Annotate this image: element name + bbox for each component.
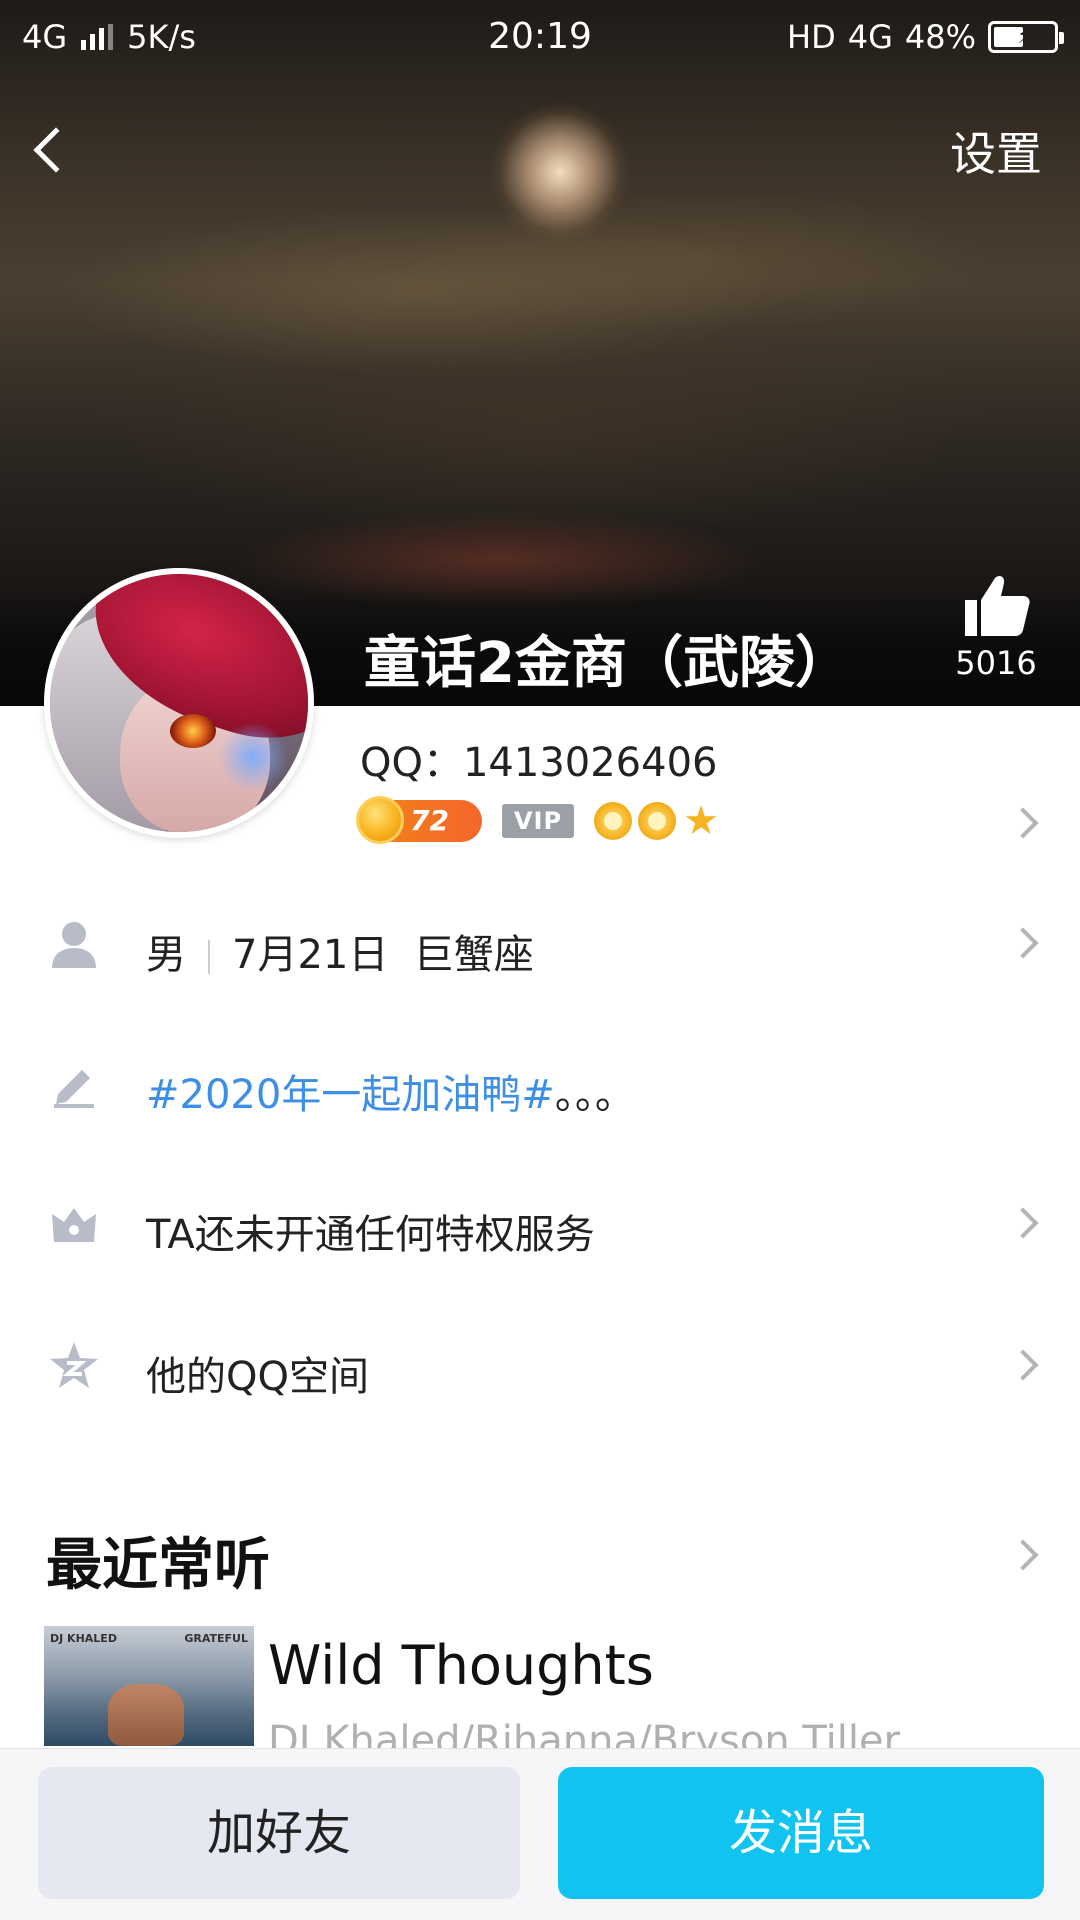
hd-indicator: HD [787, 18, 836, 56]
sun-icon [638, 802, 676, 840]
recent-music-title: 最近常听 [46, 1533, 270, 1598]
vip-badge: VIP [502, 804, 574, 838]
recent-song-item[interactable]: DJ KHALED GRATEFUL Wild Thoughts DJ Khal… [44, 1626, 1044, 1764]
pencil-icon [54, 1070, 94, 1108]
divider [208, 940, 210, 974]
network-type-right: 4G [847, 18, 893, 56]
chevron-right-icon [1007, 807, 1039, 839]
signature-hashtag[interactable]: #2020年一起加油鸭# [146, 1072, 555, 1118]
badges-row[interactable]: 72 VIP ★ [356, 796, 720, 844]
qzone-text: 他的QQ空间 [146, 1354, 369, 1400]
chevron-left-icon [33, 127, 79, 173]
qq-number: 1413026406 [462, 740, 718, 786]
like-button[interactable]: 5016 [950, 572, 1042, 682]
qzone-star-icon [50, 1342, 98, 1388]
back-button[interactable] [28, 116, 79, 182]
qq-label: QQ： [360, 740, 463, 786]
privilege-text: TA还未开通任何特权服务 [146, 1212, 595, 1258]
like-count: 5016 [955, 644, 1037, 682]
crown-icon [52, 1208, 96, 1242]
album-cover: DJ KHALED GRATEFUL [44, 1626, 254, 1746]
bottom-action-bar: 加好友 发消息 [0, 1748, 1080, 1920]
avatar[interactable] [44, 568, 314, 838]
song-title: Wild Thoughts [268, 1634, 654, 1697]
battery-icon: ⚡ [988, 21, 1064, 53]
chevron-right-icon [1007, 1349, 1039, 1381]
profile-nickname: 童话2金商（武陵） [364, 631, 851, 696]
zodiac: 巨蟹座 [413, 932, 534, 978]
level-badge: 72 [356, 796, 482, 844]
signature-text: 。。。 [554, 1072, 635, 1118]
qzone-row[interactable]: 他的QQ空间 [0, 1322, 1080, 1412]
birthday: 7月21日 [232, 932, 389, 978]
chevron-right-icon[interactable] [1007, 1539, 1039, 1571]
signature-row[interactable]: #2020年一起加油鸭#。。。 [0, 1040, 1080, 1130]
battery-percent: 48% [904, 18, 976, 56]
qq-level-icons: ★ [594, 798, 720, 844]
album-title-label: GRATEFUL [184, 1632, 248, 1645]
add-friend-button[interactable]: 加好友 [38, 1767, 520, 1899]
send-message-button[interactable]: 发消息 [558, 1767, 1044, 1899]
settings-button[interactable]: 设置 [950, 118, 1042, 184]
star-icon: ★ [683, 798, 719, 844]
privilege-row[interactable]: TA还未开通任何特权服务 [0, 1180, 1080, 1270]
album-artist-label: DJ KHALED [50, 1632, 117, 1645]
coin-icon [356, 796, 404, 844]
level-number: 72 [410, 804, 449, 837]
chevron-right-icon [1007, 1207, 1039, 1239]
gender: 男 [146, 932, 186, 978]
basic-info-row[interactable]: 男 7月21日 巨蟹座 [0, 900, 1080, 990]
qq-number-line: QQ：1413026406 [360, 730, 717, 788]
status-bar: 4G 5K/s 20:19 HD 4G 48% ⚡ [0, 0, 1080, 76]
thumbs-up-icon [965, 575, 1030, 636]
person-icon [52, 922, 96, 968]
sun-icon [594, 802, 632, 840]
chevron-right-icon [1007, 927, 1039, 959]
